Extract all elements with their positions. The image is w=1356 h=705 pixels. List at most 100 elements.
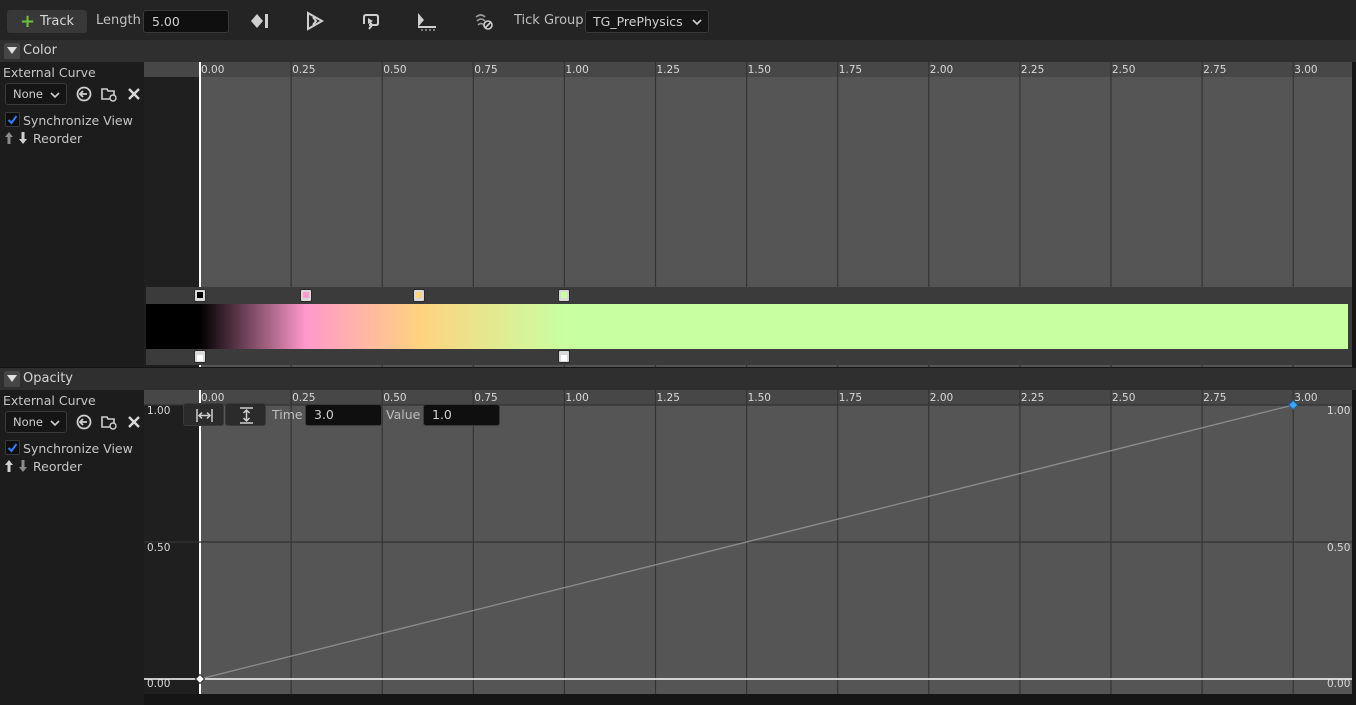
time-tick-label: 1.25	[657, 392, 680, 404]
tick-group-value: TG_PrePhysics	[593, 14, 683, 29]
time-tick-label: 3.00	[1294, 64, 1317, 76]
tick-group-label: Tick Group	[514, 13, 584, 28]
time-tick-label: 0.50	[383, 392, 406, 404]
opacity-grid-svg: 0.00 0.25 0.50 0.75 1.00 1.25 1.50 1.75 2.00 2.25…	[144, 390, 1352, 694]
key-time-input[interactable]: 3.0	[305, 404, 382, 426]
color-gradient-bar[interactable]	[146, 304, 1348, 349]
time-tick-label: 0.25	[292, 392, 315, 404]
zoom-to-fit-vertical-button[interactable]	[225, 403, 266, 426]
alpha-stop-handle[interactable]	[558, 350, 571, 363]
external-curve-label: External Curve	[3, 393, 96, 408]
section-title-opacity: Opacity	[23, 371, 74, 386]
time-tick-label: 0.50	[383, 64, 406, 76]
close-icon[interactable]	[125, 413, 143, 431]
chevron-down-icon	[692, 19, 702, 26]
opacity-side-panel: External Curve None Synchronize View Reo…	[0, 390, 144, 705]
reorder-label: Reorder	[33, 459, 83, 474]
time-tick-label: 1.50	[748, 64, 771, 76]
time-tick-label: 2.75	[1203, 64, 1226, 76]
key-value-label: Value	[386, 407, 421, 422]
time-tick-label: 2.50	[1112, 64, 1135, 76]
time-tick-label: 0.00	[201, 64, 224, 76]
add-key-icon[interactable]	[249, 11, 271, 31]
color-stop-swatch	[561, 292, 568, 298]
use-selected-asset-icon[interactable]	[75, 413, 93, 431]
add-track-label: Track	[40, 14, 75, 29]
color-side-panel: External Curve None Synchronize View Reo…	[0, 62, 144, 367]
collapse-toggle[interactable]	[4, 371, 20, 387]
chevron-down-icon	[50, 420, 60, 427]
color-stop-handle[interactable]	[412, 289, 425, 302]
color-section-header[interactable]: Color	[0, 40, 1356, 62]
value-label-right-top: 1.00	[1327, 405, 1351, 417]
color-stop-handle[interactable]	[558, 289, 571, 302]
chevron-down-icon	[50, 92, 60, 99]
alpha-stop-swatch	[197, 355, 203, 361]
time-tick-label: 1.75	[839, 64, 862, 76]
toolbar: + Track Length 5.00 Tick Group TG_PrePhy…	[0, 0, 1356, 42]
value-label-right-bottom: 0.00	[1327, 678, 1351, 690]
synchronize-view-label: Synchronize View	[23, 441, 133, 456]
opacity-section-header[interactable]: Opacity	[0, 368, 1356, 390]
length-label: Length	[96, 13, 141, 28]
use-last-keyframe-icon[interactable]	[416, 11, 438, 31]
checkmark-icon	[7, 443, 18, 453]
time-tick-label: 1.75	[839, 392, 862, 404]
time-tick-label: 2.50	[1112, 392, 1135, 404]
key-time-label: Time	[272, 407, 303, 422]
time-tick-label: 2.25	[1021, 392, 1044, 404]
loop-icon[interactable]	[360, 11, 382, 31]
collapse-toggle[interactable]	[4, 43, 20, 59]
close-icon[interactable]	[125, 85, 143, 103]
triangle-down-icon	[7, 375, 17, 382]
value-label-right-mid: 0.50	[1327, 542, 1351, 554]
ignore-time-dilation-icon[interactable]	[473, 11, 495, 31]
color-stop-swatch	[197, 292, 203, 298]
time-tick-label: 1.00	[565, 392, 588, 404]
time-tick-label: 1.25	[657, 64, 680, 76]
external-curve-value: None	[13, 415, 44, 429]
section-title-color: Color	[23, 43, 57, 58]
plus-icon: +	[19, 10, 36, 32]
opacity-curve-graph[interactable]: 0.00 0.25 0.50 0.75 1.00 1.25 1.50 1.75 2.00 2.25…	[144, 390, 1352, 694]
reorder-label: Reorder	[33, 131, 83, 146]
browse-folder-icon[interactable]	[100, 413, 118, 431]
use-selected-asset-icon[interactable]	[75, 85, 93, 103]
value-label-left-bottom: 0.00	[147, 678, 171, 690]
triangle-down-icon	[7, 47, 17, 54]
reorder-arrows-icon[interactable]	[4, 459, 30, 473]
time-tick-label: 2.75	[1203, 392, 1226, 404]
browse-folder-icon[interactable]	[100, 85, 118, 103]
external-curve-dropdown[interactable]: None	[5, 83, 67, 105]
add-track-button[interactable]: + Track	[7, 10, 87, 33]
fit-horizontal-icon	[196, 409, 213, 422]
synchronize-view-checkbox[interactable]	[5, 112, 20, 127]
time-tick-label: 1.00	[565, 64, 588, 76]
value-label-left-top: 1.00	[147, 405, 171, 417]
key-value-input[interactable]: 1.0	[423, 404, 500, 426]
time-tick-label: 1.50	[748, 392, 771, 404]
time-tick-label: 0.75	[474, 64, 497, 76]
external-curve-value: None	[13, 87, 44, 101]
autoplay-icon[interactable]	[305, 11, 327, 31]
time-tick-label: 2.00	[930, 392, 953, 404]
length-input[interactable]: 5.00	[143, 10, 229, 33]
external-curve-dropdown[interactable]: None	[5, 411, 67, 433]
external-curve-label: External Curve	[3, 65, 96, 80]
zoom-to-fit-horizontal-button[interactable]	[183, 403, 224, 426]
color-stop-swatch	[302, 292, 309, 298]
color-stop-handle[interactable]	[299, 289, 312, 302]
time-tick-label: 0.75	[474, 392, 497, 404]
alpha-stop-swatch	[561, 355, 568, 361]
color-stop-swatch	[415, 292, 422, 298]
time-tick-label: 0.25	[292, 64, 315, 76]
value-label-left-mid: 0.50	[147, 542, 171, 554]
time-tick-label: 2.00	[930, 64, 953, 76]
alpha-stop-handle[interactable]	[194, 350, 206, 363]
tick-group-dropdown[interactable]: TG_PrePhysics	[585, 10, 709, 33]
synchronize-view-checkbox[interactable]	[5, 440, 20, 455]
checkmark-icon	[7, 115, 18, 125]
color-stop-handle[interactable]	[194, 289, 206, 302]
reorder-arrows-icon[interactable]	[4, 131, 30, 145]
time-tick-label: 2.25	[1021, 64, 1044, 76]
